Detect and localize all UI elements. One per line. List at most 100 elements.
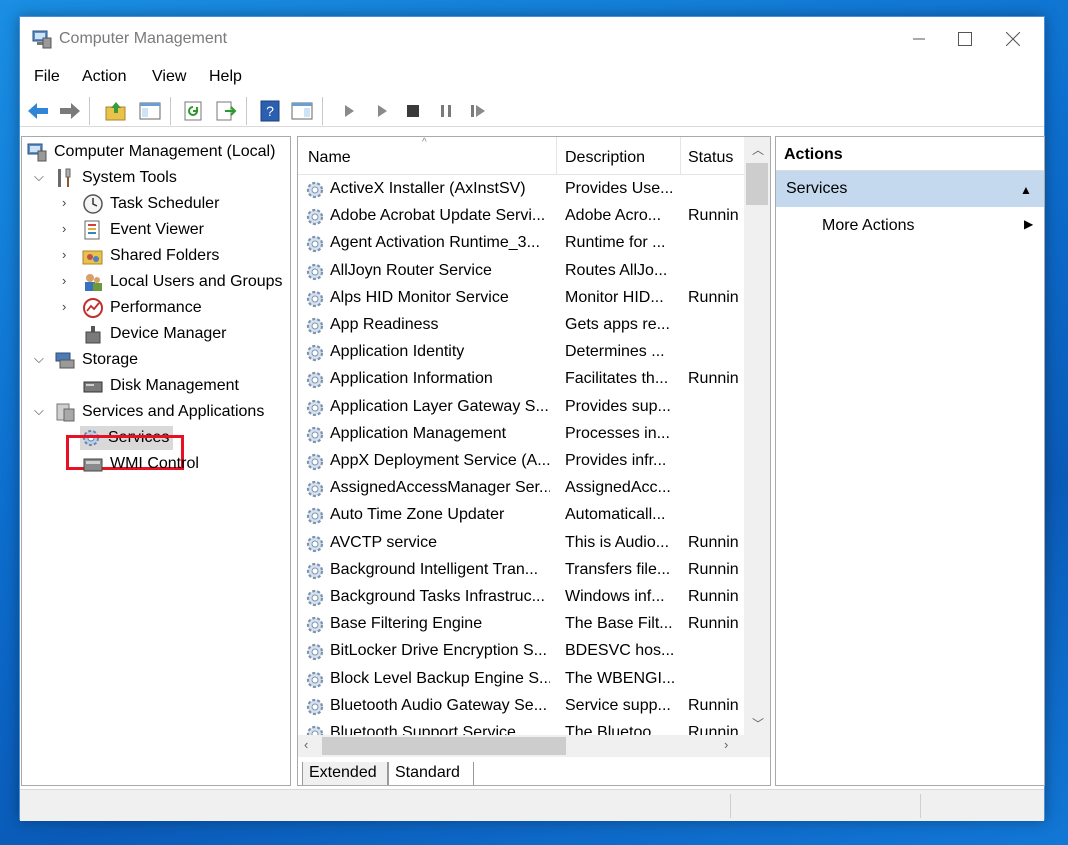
service-description: Windows inf... — [565, 588, 665, 605]
tree-label: Performance — [110, 299, 202, 316]
tab-standard[interactable]: Standard — [388, 762, 474, 785]
tab-extended[interactable]: Extended — [302, 762, 388, 785]
actions-section-services[interactable]: Services ▲ — [776, 171, 1044, 207]
table-row[interactable]: Background Tasks Infrastruc... Windows in… — [298, 584, 744, 611]
svg-text:?: ? — [266, 103, 274, 119]
stop-service-button[interactable] — [401, 99, 425, 123]
table-row[interactable]: Application Identity Determines ... — [298, 339, 744, 366]
tree-item-wmi-control[interactable]: WMI Control — [82, 452, 199, 476]
pause-service-button[interactable] — [434, 99, 458, 123]
tree-item-event-viewer[interactable]: Event Viewer — [82, 218, 204, 242]
gear-icon — [306, 236, 324, 253]
gear-icon — [306, 562, 324, 579]
table-row[interactable]: Bluetooth Support Service The Bluetoo... R… — [298, 720, 744, 735]
tree-label: WMI Control — [110, 455, 199, 472]
tree-item-disk-management[interactable]: Disk Management — [82, 374, 239, 398]
menu-help[interactable]: Help — [209, 68, 242, 86]
forward-icon — [60, 103, 80, 119]
table-row[interactable]: Block Level Backup Engine S... The WBENGI… — [298, 666, 744, 693]
table-row[interactable]: Application Information Facilitates th...… — [298, 366, 744, 393]
table-row[interactable]: Agent Activation Runtime_3... Runtime for… — [298, 230, 744, 257]
scroll-up-icon[interactable]: ︿ — [752, 141, 764, 158]
tree-item-services-apps[interactable]: Services and Applications — [54, 400, 264, 424]
scroll-right-icon[interactable]: › — [724, 737, 728, 752]
scroll-down-icon[interactable]: ﹀ — [752, 715, 764, 732]
refresh-button[interactable] — [182, 99, 206, 123]
submenu-arrow-icon[interactable]: ▶ — [1024, 217, 1033, 231]
gear-icon — [306, 209, 324, 226]
menu-file[interactable]: File — [34, 68, 60, 86]
chevron-down-icon[interactable]: ⌵ — [34, 352, 46, 365]
column-header-name[interactable]: Name — [308, 149, 351, 167]
close-button[interactable] — [990, 17, 1036, 61]
forward-button[interactable] — [58, 99, 82, 123]
table-row[interactable]: AllJoyn Router Service Routes AllJo... — [298, 258, 744, 285]
service-name: BitLocker Drive Encryption S... — [330, 642, 547, 660]
table-row[interactable]: Background Intelligent Tran... Transfers … — [298, 557, 744, 584]
help-button[interactable]: ? — [258, 99, 282, 123]
toolbar: ? — [20, 93, 1044, 127]
export-list-button[interactable] — [214, 99, 238, 123]
chevron-right-icon[interactable]: › — [62, 300, 74, 313]
menu-view[interactable]: View — [152, 68, 186, 86]
service-description: The Base Filt... — [565, 615, 673, 633]
vertical-scroll-thumb[interactable] — [746, 163, 768, 205]
tree-item-shared-folders[interactable]: Shared Folders — [82, 244, 219, 268]
table-row[interactable]: ActiveX Installer (AxInstSV) Provides Use… — [298, 176, 744, 203]
table-row[interactable]: Auto Time Zone Updater Automaticall... — [298, 502, 744, 529]
up-folder-button[interactable] — [104, 99, 128, 123]
tree-item-local-users[interactable]: Local Users and Groups — [82, 270, 283, 294]
more-actions-item[interactable]: More Actions — [822, 217, 914, 235]
service-description: The WBENGI... — [565, 669, 675, 687]
table-row[interactable]: Alps HID Monitor Service Monitor HID... Ru… — [298, 285, 744, 312]
tree-item-task-scheduler[interactable]: Task Scheduler — [82, 192, 219, 216]
service-description: Facilitates th... — [565, 370, 669, 388]
tree-item-system-tools[interactable]: System Tools — [54, 166, 177, 190]
sort-ascending-icon: ^ — [422, 137, 427, 148]
chevron-right-icon[interactable]: › — [62, 222, 74, 235]
tree-label: Services and Applications — [82, 403, 265, 420]
table-row[interactable]: Bluetooth Audio Gateway Se... Service sup… — [298, 693, 744, 720]
resume-service-button[interactable] — [467, 99, 491, 123]
table-row[interactable]: Base Filtering Engine The Base Filt... Run… — [298, 611, 744, 638]
column-divider[interactable] — [556, 137, 557, 175]
tree-item-performance[interactable]: Performance — [82, 296, 202, 320]
tree-label: Computer Management (Local) — [54, 143, 276, 160]
chevron-down-icon[interactable]: ⌵ — [34, 170, 46, 183]
maximize-button[interactable] — [942, 17, 988, 61]
column-header-description[interactable]: Description — [565, 149, 645, 167]
start-service-alt-button[interactable] — [370, 99, 394, 123]
table-row[interactable]: Application Layer Gateway S... Provides s… — [298, 394, 744, 421]
start-service-button[interactable] — [337, 99, 361, 123]
table-row[interactable]: AssignedAccessManager Ser... AssignedAcc.… — [298, 475, 744, 502]
service-name: Base Filtering Engine — [330, 615, 483, 633]
service-status: Runnin — [688, 588, 739, 605]
column-divider[interactable] — [680, 137, 681, 175]
menu-action[interactable]: Action — [82, 68, 126, 86]
horizontal-scrollbar[interactable]: ‹ › — [298, 735, 744, 757]
properties-button[interactable] — [290, 99, 314, 123]
horizontal-scroll-thumb[interactable] — [322, 737, 566, 755]
chevron-down-icon[interactable]: ⌵ — [34, 404, 46, 417]
table-row[interactable]: BitLocker Drive Encryption S... BDESVC ho… — [298, 638, 744, 665]
tree-item-storage[interactable]: Storage — [54, 348, 138, 372]
tree-item-device-manager[interactable]: Device Manager — [82, 322, 227, 346]
chevron-right-icon[interactable]: › — [62, 196, 74, 209]
service-description: Service supp... — [565, 696, 671, 714]
table-row[interactable]: AppX Deployment Service (A... Provides in… — [298, 448, 744, 475]
table-row[interactable]: AVCTP service This is Audio... Runnin — [298, 530, 744, 557]
minimize-button[interactable] — [896, 17, 942, 61]
service-name: Agent Activation Runtime_3... — [330, 234, 540, 252]
chevron-right-icon[interactable]: › — [62, 274, 74, 287]
table-row[interactable]: Adobe Acrobat Update Servi... Adobe Acro.… — [298, 203, 744, 230]
back-button[interactable] — [26, 99, 50, 123]
column-header-status[interactable]: Status — [688, 149, 733, 167]
tree-item-root[interactable]: Computer Management (Local) — [26, 140, 275, 164]
table-row[interactable]: App Readiness Gets apps re... — [298, 312, 744, 339]
collapse-up-icon[interactable]: ▲ — [1020, 183, 1032, 197]
show-hide-tree-button[interactable] — [138, 99, 162, 123]
table-row[interactable]: Application Management Processes in... — [298, 421, 744, 448]
vertical-scrollbar[interactable]: ︿ ﹀ — [744, 137, 770, 735]
scroll-left-icon[interactable]: ‹ — [304, 737, 308, 752]
chevron-right-icon[interactable]: › — [62, 248, 74, 261]
